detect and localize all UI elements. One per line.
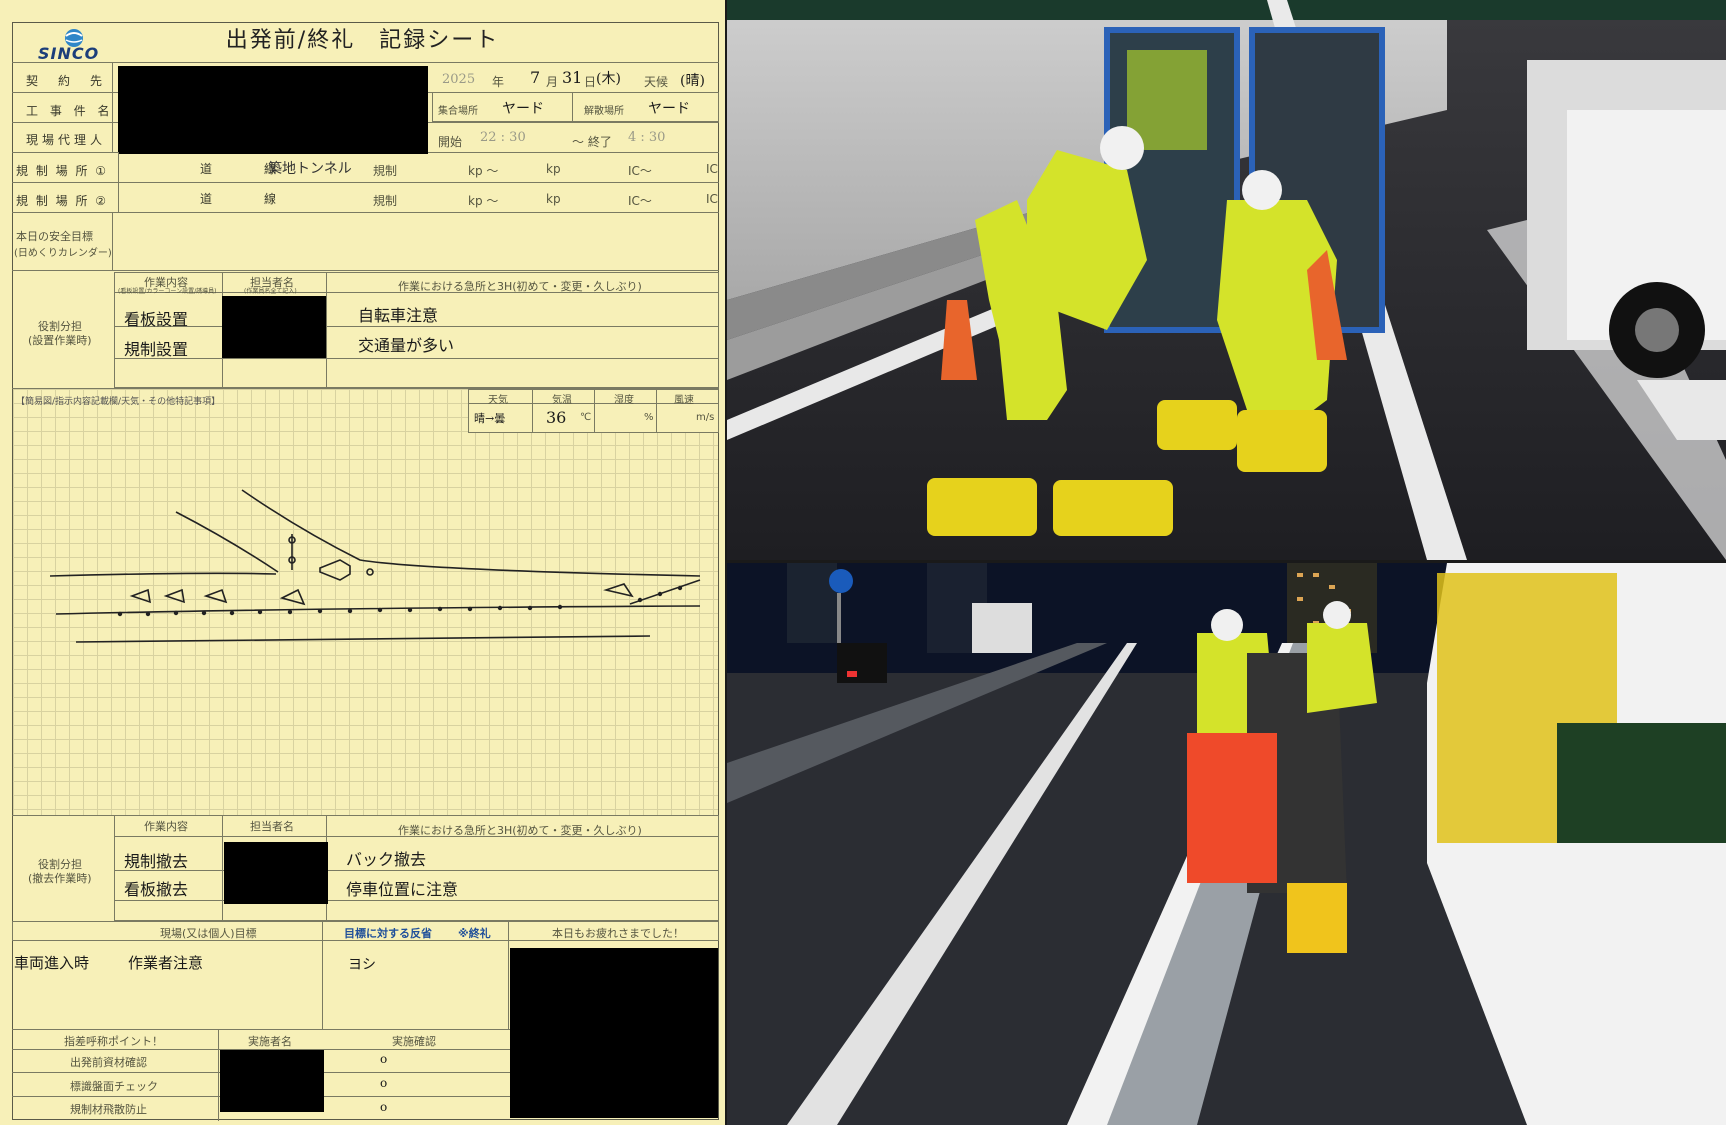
- check-item-3: 規制材飛散防止: [70, 1103, 147, 1116]
- goal-hand-b: 作業者注意: [128, 954, 204, 972]
- redacted-closing: [510, 948, 718, 1118]
- night-scene: [727, 563, 1726, 1125]
- removal-note-1: バック撤去: [346, 850, 427, 869]
- check-col-person: 実施者名: [248, 1035, 292, 1048]
- redacted-check-person: [220, 1050, 324, 1112]
- removal-col-person: 担当者名: [250, 820, 294, 833]
- removal-col-note: 作業における急所と3H(初めて・変更・久しぶり): [398, 824, 642, 837]
- reflect-hand: ヨシ: [348, 957, 376, 973]
- check-col-point: 指差呼称ポイント！: [64, 1035, 163, 1048]
- check-mark-1: o: [380, 1052, 388, 1066]
- check-item-2: 標識盤面チェック: [70, 1080, 158, 1093]
- check-mark-2: o: [380, 1076, 388, 1090]
- thanks-col: 本日もお疲れさまでした！: [552, 927, 684, 940]
- removal-work-2: 看板撤去: [124, 880, 189, 899]
- record-sheet: SINCO 出発前/終礼 記録シート 契 約 先 工 事 件 名 現場代理人 2…: [0, 0, 725, 1125]
- hand-sketch-diagram: [49, 489, 701, 643]
- check-mark-3: o: [380, 1100, 388, 1114]
- check-col-confirm: 実施確認: [392, 1035, 436, 1048]
- photo-tunnel-sign-setup: [727, 0, 1726, 560]
- tunnel-scene: [727, 0, 1726, 560]
- removal-col-work: 作業内容: [144, 820, 188, 833]
- check-item-1: 出発前資材確認: [70, 1056, 147, 1069]
- removal-role-sub: (撤去作業時): [28, 872, 92, 885]
- goal-hand-a: 車両進入時: [14, 954, 90, 972]
- redacted-removal-person: [224, 842, 328, 904]
- removal-note-2: 停車位置に注意: [346, 880, 459, 899]
- reflect-col: 目標に対する反省: [344, 927, 432, 940]
- photo-night-lane-closure: [727, 563, 1726, 1125]
- removal-work-1: 規制撤去: [124, 852, 189, 871]
- goal-col: 現場(又は個人)目標: [160, 927, 257, 940]
- closing-col: ※終礼: [458, 927, 491, 940]
